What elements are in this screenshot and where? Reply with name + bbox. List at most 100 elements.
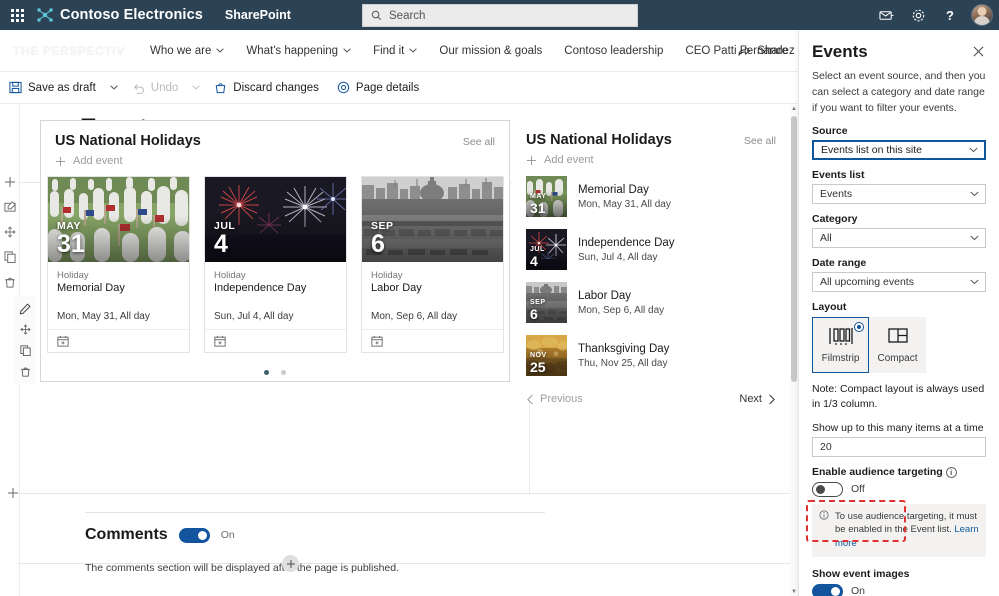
event-card-body: Holiday Independence Day Sun, Jul 4, All… [205,262,346,329]
next-page-button[interactable]: Next [739,393,776,405]
save-options-chevron-icon[interactable] [105,72,123,104]
mail-icon[interactable] [871,0,901,30]
scroll-up-arrow-icon[interactable]: ▲ [790,104,798,113]
list-item-when: Sun, Jul 4, All day [578,252,675,263]
list-item-info: Independence Day Sun, Jul 4, All day [578,237,675,263]
share-button[interactable]: Share [738,45,788,57]
list-item[interactable]: NOV 25 Thanksgiving Day Thu, Nov 25, All… [526,335,790,376]
nav-item-find-it[interactable]: Find it [362,30,428,72]
help-icon[interactable]: ? [935,0,965,30]
carousel-dot-1[interactable] [264,370,269,375]
page-details-button[interactable]: Page details [328,72,428,104]
event-card[interactable]: JUL 4 Holiday Independence Day Sun, Jul … [204,176,347,353]
delete-web-part-icon[interactable] [14,361,36,382]
edit-section-icon[interactable] [0,197,20,217]
previous-page-button[interactable]: Previous [526,393,583,405]
canvas-scrollbar[interactable]: ▲ ▼ [790,104,798,596]
date-range-value: All upcoming events [820,276,914,288]
pane-header: Events [799,30,999,64]
date-range-field: Date range All upcoming events [799,257,999,292]
event-card-footer [362,329,503,352]
app-launcher-icon[interactable] [0,0,34,30]
nav-item-contoso-leadership[interactable]: Contoso leadership [553,30,674,72]
save-as-draft-button[interactable]: Save as draft [0,72,105,104]
info-icon[interactable]: i [946,467,957,478]
list-item-day: 31 [530,201,546,215]
undo-button[interactable]: Undo [123,72,188,104]
nav-item-whats-happening[interactable]: What's happening [235,30,362,72]
list-item[interactable]: JUL 4 Independence Day Sun, Jul 4, All d… [526,229,790,270]
delete-section-icon[interactable] [0,272,20,292]
list-item-name: Independence Day [578,237,675,249]
category-label: Category [812,213,986,225]
add-section-button[interactable] [282,555,299,572]
plus-icon [55,156,66,167]
events-webpart-filmstrip: US National Holidays See all Add event [40,120,510,382]
close-icon[interactable] [971,42,986,64]
share-label: Share [757,45,788,57]
scroll-down-arrow-icon[interactable]: ▼ [790,587,798,596]
audience-toggle-row: Off [812,482,986,497]
filmstrip-radio[interactable] [854,322,864,332]
duplicate-web-part-icon[interactable] [14,340,36,361]
event-card-footer [205,329,346,352]
date-range-dropdown[interactable]: All upcoming events [812,272,986,292]
events-list-dropdown[interactable]: Events [812,184,986,204]
move-web-part-icon[interactable] [14,319,36,340]
events-list-field: Events list Events [799,169,999,204]
layout-label: Layout [812,301,986,313]
canvas-scrollbar-thumb[interactable] [791,116,797,382]
event-card[interactable]: MAY 31 Holiday Memorial Day Mon, May 31,… [47,176,190,353]
event-category: Holiday [214,270,337,281]
show-event-images-toggle[interactable] [812,584,843,596]
audience-targeting-toggle[interactable] [812,482,843,497]
suite-bar: Contoso Electronics SharePoint Search [0,0,999,30]
edit-web-part-icon[interactable] [14,298,36,319]
save-icon [9,81,22,94]
layout-option-filmstrip[interactable]: Filmstrip [812,317,869,373]
list-item-date-overlay: MAY 31 [530,193,546,215]
compact-event-list: MAY 31 Memorial Day Mon, May 31, All day [512,166,790,376]
user-avatar[interactable] [971,4,993,26]
add-web-part-icon[interactable] [0,172,20,192]
list-item[interactable]: MAY 31 Memorial Day Mon, May 31, All day [526,176,790,217]
compact-add-event-button[interactable]: Add event [512,148,790,166]
compact-header: US National Holidays See all [512,120,790,148]
undo-label: Undo [151,82,179,94]
source-value: Events list on this site [821,144,922,156]
add-to-calendar-icon [371,335,383,347]
site-title[interactable]: THE PERSPECTIVE [13,44,125,58]
event-day: 31 [57,232,85,257]
nav-item-who-we-are[interactable]: Who we are [139,30,235,72]
undo-options-chevron-icon[interactable] [187,72,205,104]
duplicate-section-icon[interactable] [0,247,20,267]
compact-layout-icon [885,326,911,346]
comments-state: On [221,529,235,541]
nav-item-mission-goals[interactable]: Our mission & goals [428,30,553,72]
suite-app-name[interactable]: SharePoint [225,8,291,22]
discard-changes-button[interactable]: Discard changes [205,72,328,104]
source-dropdown[interactable]: Events list on this site [812,140,986,160]
show-event-images-toggle-row: On [812,584,986,596]
contoso-logo-icon [36,7,54,23]
events-property-pane: Events Select an event source, and then … [798,30,999,596]
list-item-when: Mon, May 31, All day [578,199,671,210]
list-item-thumbnail: SEP 6 [526,282,567,323]
page-details-label: Page details [356,82,419,94]
layout-option-compact[interactable]: Compact [869,317,926,373]
source-label: Source [812,125,986,137]
filmstrip-see-all-link[interactable]: See all [463,136,495,148]
list-item[interactable]: SEP 6 Labor Day Mon, Sep 6, All day [526,282,790,323]
move-section-icon[interactable] [0,222,20,242]
category-dropdown[interactable]: All [812,228,986,248]
gear-icon[interactable] [903,0,933,30]
comments-toggle[interactable] [179,528,210,543]
filmstrip-add-event-button[interactable]: Add event [41,149,509,167]
event-card[interactable]: SEP 6 Holiday Labor Day Mon, Sep 6, All … [361,176,504,353]
brand-name[interactable]: Contoso Electronics [60,7,203,23]
search-input[interactable]: Search [362,4,638,27]
show-items-input[interactable]: 20 [812,437,986,457]
compact-see-all-link[interactable]: See all [744,135,776,147]
carousel-dot-2[interactable] [281,370,286,375]
event-card-body: Holiday Labor Day Mon, Sep 6, All day [362,262,503,329]
